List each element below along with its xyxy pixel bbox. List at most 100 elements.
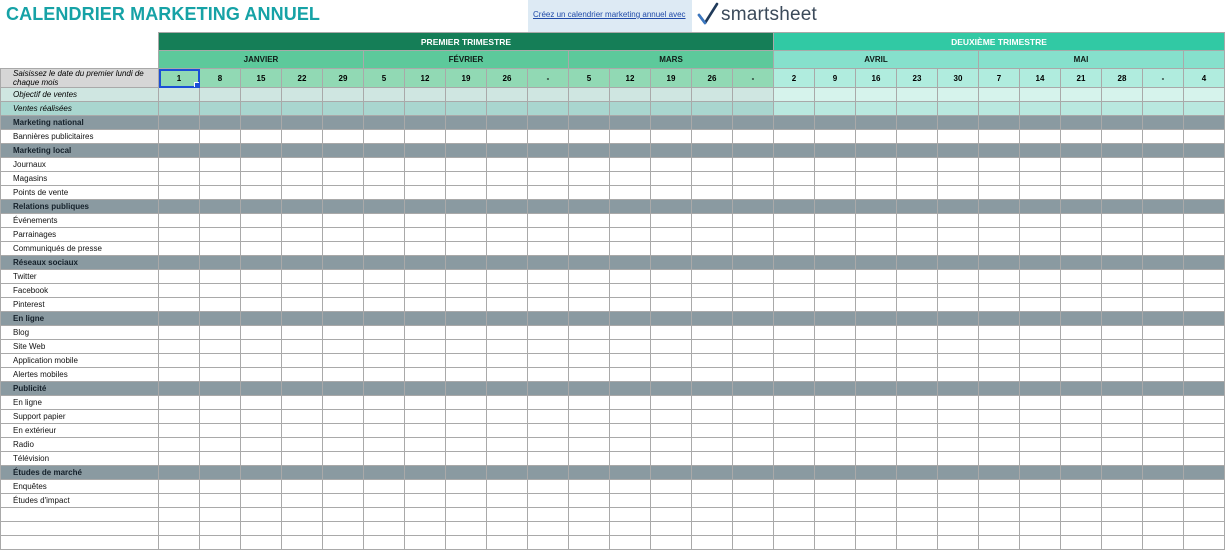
schedule-cell[interactable]: [978, 339, 1020, 354]
schedule-cell[interactable]: [240, 409, 282, 424]
schedule-cell[interactable]: [1101, 353, 1143, 368]
schedule-cell[interactable]: [609, 185, 651, 200]
schedule-cell[interactable]: [1183, 437, 1225, 452]
schedule-cell[interactable]: [568, 353, 610, 368]
schedule-cell[interactable]: [814, 339, 856, 354]
schedule-cell[interactable]: [1183, 493, 1225, 508]
schedule-cell[interactable]: [240, 241, 282, 256]
schedule-cell[interactable]: [814, 227, 856, 242]
schedule-cell[interactable]: [240, 479, 282, 494]
schedule-cell[interactable]: [281, 325, 323, 340]
schedule-cell[interactable]: [896, 493, 938, 508]
schedule-cell[interactable]: [732, 437, 774, 452]
week-date-cell[interactable]: 28: [1101, 68, 1143, 88]
objective-cell[interactable]: [1142, 87, 1184, 102]
schedule-cell[interactable]: [281, 353, 323, 368]
schedule-cell[interactable]: [1060, 185, 1102, 200]
schedule-cell[interactable]: [896, 171, 938, 186]
schedule-cell[interactable]: [281, 409, 323, 424]
schedule-cell[interactable]: [937, 353, 979, 368]
schedule-cell[interactable]: [527, 129, 569, 144]
schedule-cell[interactable]: [445, 227, 487, 242]
schedule-cell[interactable]: [404, 395, 446, 410]
schedule-cell[interactable]: [1060, 269, 1102, 284]
schedule-cell[interactable]: [1019, 493, 1061, 508]
schedule-cell[interactable]: [937, 367, 979, 382]
objective-cell[interactable]: [527, 87, 569, 102]
schedule-cell[interactable]: [937, 479, 979, 494]
schedule-cell[interactable]: [978, 241, 1020, 256]
schedule-cell[interactable]: [650, 171, 692, 186]
schedule-cell[interactable]: [404, 297, 446, 312]
schedule-cell[interactable]: [855, 535, 897, 550]
schedule-cell[interactable]: [281, 395, 323, 410]
schedule-cell[interactable]: [773, 535, 815, 550]
schedule-cell[interactable]: [691, 409, 733, 424]
schedule-cell[interactable]: [527, 451, 569, 466]
schedule-cell[interactable]: [158, 227, 200, 242]
week-date-cell[interactable]: 19: [445, 68, 487, 88]
schedule-cell[interactable]: [1101, 325, 1143, 340]
schedule-cell[interactable]: [404, 423, 446, 438]
schedule-cell[interactable]: [445, 269, 487, 284]
schedule-cell[interactable]: [1101, 157, 1143, 172]
channel-label[interactable]: En extérieur: [0, 423, 159, 438]
schedule-cell[interactable]: [1183, 507, 1225, 522]
schedule-cell[interactable]: [281, 227, 323, 242]
schedule-cell[interactable]: [1060, 493, 1102, 508]
schedule-cell[interactable]: [404, 353, 446, 368]
schedule-cell[interactable]: [158, 339, 200, 354]
schedule-cell[interactable]: [486, 241, 528, 256]
schedule-cell[interactable]: [814, 297, 856, 312]
schedule-cell[interactable]: [650, 395, 692, 410]
schedule-cell[interactable]: [445, 297, 487, 312]
schedule-cell[interactable]: [1060, 325, 1102, 340]
schedule-cell[interactable]: [650, 437, 692, 452]
schedule-cell[interactable]: [691, 129, 733, 144]
channel-label[interactable]: Communiqués de presse: [0, 241, 159, 256]
schedule-cell[interactable]: [281, 493, 323, 508]
schedule-cell[interactable]: [855, 283, 897, 298]
schedule-cell[interactable]: [609, 353, 651, 368]
schedule-cell[interactable]: [855, 213, 897, 228]
schedule-cell[interactable]: [1060, 213, 1102, 228]
schedule-cell[interactable]: [1019, 325, 1061, 340]
channel-label[interactable]: Radio: [0, 437, 159, 452]
schedule-cell[interactable]: [1183, 171, 1225, 186]
week-date-cell[interactable]: -: [527, 68, 569, 88]
objective-cell[interactable]: [281, 87, 323, 102]
schedule-cell[interactable]: [691, 241, 733, 256]
schedule-cell[interactable]: [978, 479, 1020, 494]
schedule-cell[interactable]: [199, 535, 241, 550]
schedule-cell[interactable]: [609, 241, 651, 256]
schedule-cell[interactable]: [240, 227, 282, 242]
schedule-cell[interactable]: [240, 507, 282, 522]
schedule-cell[interactable]: [322, 353, 364, 368]
schedule-cell[interactable]: [281, 283, 323, 298]
week-date-cell[interactable]: 19: [650, 68, 692, 88]
schedule-cell[interactable]: [773, 213, 815, 228]
schedule-cell[interactable]: [404, 241, 446, 256]
schedule-cell[interactable]: [773, 451, 815, 466]
schedule-cell[interactable]: [1019, 297, 1061, 312]
objective-cell[interactable]: [445, 87, 487, 102]
schedule-cell[interactable]: [814, 521, 856, 536]
schedule-cell[interactable]: [650, 507, 692, 522]
schedule-cell[interactable]: [486, 409, 528, 424]
schedule-cell[interactable]: [363, 129, 405, 144]
schedule-cell[interactable]: [281, 535, 323, 550]
schedule-cell[interactable]: [486, 479, 528, 494]
schedule-cell[interactable]: [527, 409, 569, 424]
objective-cell[interactable]: [732, 87, 774, 102]
sales-cell[interactable]: [363, 101, 405, 116]
schedule-cell[interactable]: [1183, 283, 1225, 298]
schedule-cell[interactable]: [814, 353, 856, 368]
schedule-cell[interactable]: [650, 339, 692, 354]
schedule-cell[interactable]: [404, 493, 446, 508]
schedule-cell[interactable]: [978, 297, 1020, 312]
schedule-cell[interactable]: [1101, 241, 1143, 256]
schedule-cell[interactable]: [609, 157, 651, 172]
schedule-cell[interactable]: [568, 437, 610, 452]
schedule-cell[interactable]: [281, 297, 323, 312]
schedule-cell[interactable]: [609, 493, 651, 508]
